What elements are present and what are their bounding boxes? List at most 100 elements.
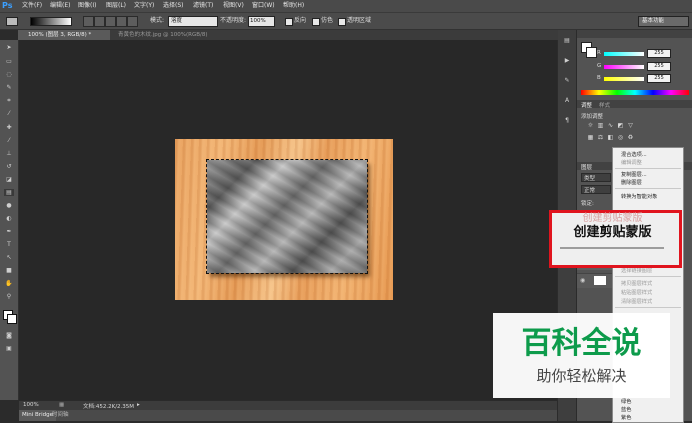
- history-brush-icon[interactable]: ↺: [4, 163, 14, 170]
- history-panel-icon[interactable]: ▤: [562, 36, 572, 45]
- menu-image[interactable]: 图像(I): [78, 0, 96, 12]
- radial-gradient-button[interactable]: [94, 16, 105, 27]
- tab-adjustments[interactable]: 调整: [581, 101, 592, 109]
- zoom-level[interactable]: 100%: [23, 402, 39, 408]
- tab-timeline[interactable]: 时间轴: [49, 410, 72, 421]
- g-slider[interactable]: [604, 65, 644, 69]
- pen-icon[interactable]: ✒: [4, 228, 14, 235]
- mode-value: 溶度: [171, 18, 183, 24]
- menu-file[interactable]: 文件(F): [22, 0, 42, 12]
- menu-help[interactable]: 帮助(H): [283, 0, 304, 12]
- workspace-switcher[interactable]: 基本功能: [638, 16, 689, 27]
- status-menu-arrow[interactable]: ▸: [137, 402, 140, 408]
- menu-item-convert-smart-object[interactable]: 转换为智能对象: [621, 193, 657, 200]
- angle-gradient-button[interactable]: [105, 16, 116, 27]
- menu-edit[interactable]: 编辑(E): [50, 0, 70, 12]
- add-adjustment-title: 添加调整: [581, 114, 604, 120]
- blur-icon[interactable]: ●: [4, 202, 14, 209]
- r-slider[interactable]: [604, 52, 644, 56]
- opacity-label: 不透明度:: [220, 17, 247, 24]
- background-color-swatch[interactable]: [7, 314, 17, 324]
- tab-timeline-label: 时间轴: [52, 412, 69, 418]
- visibility-eye-icon[interactable]: ◉: [580, 277, 585, 284]
- dither-checkbox[interactable]: [312, 18, 320, 26]
- lasso-icon[interactable]: ◌: [4, 71, 14, 78]
- diamond-gradient-button[interactable]: [127, 16, 138, 27]
- eyedropper-icon[interactable]: ⁄: [4, 110, 14, 117]
- gradient-picker[interactable]: [30, 17, 72, 26]
- color-balance-icon[interactable]: ⚖: [597, 134, 604, 141]
- brush-panel-icon[interactable]: ✎: [562, 76, 572, 85]
- paragraph-panel-icon[interactable]: ¶: [562, 116, 572, 125]
- tab-wood-label: 青黄色的木纹.jpg @ 100%(RGB/8): [118, 32, 208, 38]
- menu-window[interactable]: 窗口(W): [252, 0, 275, 12]
- eraser-icon[interactable]: ◪: [4, 176, 14, 183]
- gradient-tool-icon[interactable]: [6, 17, 18, 26]
- menu-item-duplicate-layer[interactable]: 复制图层...: [621, 171, 647, 178]
- screen-mode-icon[interactable]: ▣: [4, 345, 14, 352]
- transparency-checkbox[interactable]: [338, 18, 346, 26]
- channel-mixer-icon[interactable]: ♻: [627, 134, 634, 141]
- blend-mode-dropdown[interactable]: 正常: [581, 185, 611, 194]
- character-panel-icon[interactable]: A: [562, 96, 572, 105]
- menu-layer[interactable]: 图层(L): [106, 0, 126, 12]
- tab-styles[interactable]: 样式: [599, 101, 610, 109]
- healing-icon[interactable]: ✚: [4, 124, 14, 131]
- levels-icon[interactable]: ▥: [597, 122, 604, 129]
- menu-filter[interactable]: 滤镜(T): [193, 0, 213, 12]
- tab-active-document[interactable]: 100% (图层 3, RGB/8) *: [18, 30, 110, 40]
- b-value-field[interactable]: 255: [647, 74, 671, 83]
- quick-select-icon[interactable]: ✎: [4, 84, 14, 91]
- actions-panel-icon[interactable]: ▶: [562, 56, 572, 65]
- reflected-gradient-button[interactable]: [116, 16, 127, 27]
- blend-mode-label: 正常: [584, 188, 596, 194]
- crumpled-paper-texture: [207, 160, 367, 273]
- menu-item-delete-layer[interactable]: 删除图层: [621, 179, 642, 186]
- shape-icon[interactable]: ■: [4, 267, 14, 274]
- r-value-field[interactable]: 255: [647, 49, 671, 58]
- path-select-icon[interactable]: ↖: [4, 254, 14, 261]
- opacity-field[interactable]: 100%: [248, 16, 275, 27]
- tab-wood-image[interactable]: 青黄色的木纹.jpg @ 100%(RGB/8): [112, 30, 228, 40]
- transparency-label: 透明区域: [347, 17, 372, 24]
- reverse-checkbox[interactable]: [285, 18, 293, 26]
- menu-item-create-clipping-mask[interactable]: 创建剪贴蒙版: [552, 223, 673, 243]
- hand-icon[interactable]: ✋: [4, 280, 14, 287]
- gradient-icon[interactable]: ▤: [4, 189, 14, 196]
- brightness-icon[interactable]: ☼: [587, 122, 594, 129]
- hue-icon[interactable]: ▦: [587, 134, 594, 141]
- mode-dropdown[interactable]: 溶度: [168, 16, 218, 27]
- linear-gradient-button[interactable]: [83, 16, 94, 27]
- b-slider[interactable]: [604, 77, 644, 81]
- quickmask-icon[interactable]: ◙: [4, 332, 14, 339]
- exposure-icon[interactable]: ◩: [617, 122, 624, 129]
- menu-item-blending-options[interactable]: 混合选项...: [621, 151, 647, 158]
- vibrance-icon[interactable]: ▽: [627, 122, 634, 129]
- menu-item-blue[interactable]: 蓝色: [621, 406, 631, 413]
- tab-layers[interactable]: 图层: [581, 163, 592, 171]
- menu-type[interactable]: 文字(Y): [134, 0, 154, 12]
- dodge-icon[interactable]: ◐: [4, 215, 14, 222]
- clone-stamp-icon[interactable]: ⊥: [4, 150, 14, 157]
- black-white-icon[interactable]: ◧: [607, 134, 614, 141]
- color-background-swatch[interactable]: [586, 47, 597, 58]
- crop-icon[interactable]: ⌗: [4, 97, 14, 104]
- menu-item-clear-layer-style: 清除图层样式: [621, 299, 653, 305]
- menu-item-violet[interactable]: 紫色: [621, 414, 631, 421]
- menu-item-green[interactable]: 绿色: [621, 398, 631, 405]
- photo-filter-icon[interactable]: ◎: [617, 134, 624, 141]
- menu-select[interactable]: 选择(S): [163, 0, 184, 12]
- marquee-icon[interactable]: ▭: [4, 58, 14, 65]
- color-spectrum-bar[interactable]: [581, 90, 689, 95]
- menu-view[interactable]: 视图(V): [223, 0, 244, 12]
- move-icon[interactable]: ➤: [4, 44, 14, 51]
- curves-icon[interactable]: ∿: [607, 122, 614, 129]
- zoom-icon[interactable]: ⚲: [4, 293, 14, 300]
- options-bar: 模式: 溶度 不透明度: 100% 反向 仿色 透明区域 基本功能: [0, 13, 692, 30]
- type-icon[interactable]: T: [4, 241, 14, 248]
- color-panel-header: [577, 30, 692, 38]
- layer-row-background[interactable]: ◉: [577, 273, 612, 288]
- g-value-field[interactable]: 255: [647, 62, 671, 71]
- layer-kind-filter[interactable]: 类型: [581, 173, 611, 182]
- brush-icon[interactable]: ⁄: [4, 137, 14, 144]
